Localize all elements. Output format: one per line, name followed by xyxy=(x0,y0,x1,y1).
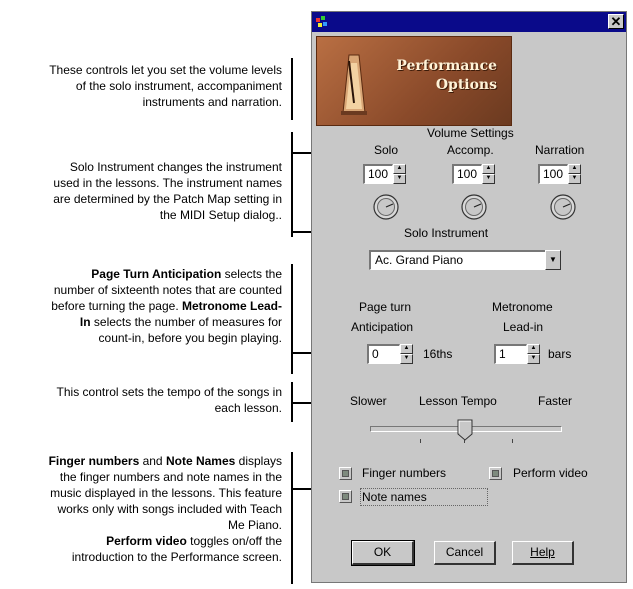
metronome-unit: bars xyxy=(548,347,572,361)
chevron-down-icon[interactable]: ▼ xyxy=(545,250,561,270)
annotation-line: Perform video toggles on/off the xyxy=(106,534,282,548)
spin-up-icon[interactable]: ▲ xyxy=(400,344,413,354)
performance-options-banner: Performance Options xyxy=(316,36,512,126)
page-turn-label-1: Page turn xyxy=(359,300,412,314)
slider-tick xyxy=(512,439,513,443)
metronome-label-2: Lead-in xyxy=(503,320,544,334)
app-icon xyxy=(316,16,327,27)
faster-label: Faster xyxy=(538,394,573,408)
annotation-bracket xyxy=(291,58,293,120)
lesson-tempo-label: Lesson Tempo xyxy=(419,394,497,408)
annotation-line: These controls let you set the volume le… xyxy=(49,63,282,77)
annotation-line: instruments and narration. xyxy=(142,95,282,109)
metronome-arrows[interactable]: ▲ ▼ xyxy=(527,344,540,364)
accomp-volume-input[interactable]: 100 xyxy=(452,164,482,184)
annotation-finger-numbers: Finger numbers and Note Names displays t… xyxy=(49,453,282,565)
help-label: Help xyxy=(530,545,555,559)
narration-volume-input[interactable]: 100 xyxy=(538,164,568,184)
slower-label: Slower xyxy=(350,394,387,408)
annotation-line: are determined by the Patch Map setting … xyxy=(53,192,282,206)
annotation-line: Me Piano. xyxy=(227,518,282,532)
finger-numbers-checkbox[interactable] xyxy=(339,467,352,480)
solo-volume-spinner[interactable]: 100 ▲ ▼ xyxy=(363,164,406,184)
lesson-tempo-slider-thumb[interactable] xyxy=(457,419,473,441)
title-bar[interactable]: ✕ xyxy=(312,12,626,32)
banner-title-line: Performance xyxy=(396,58,497,74)
accomp-volume-label: Accomp. xyxy=(447,143,494,157)
metronome-spinner[interactable]: 1 ▲ ▼ xyxy=(494,344,540,364)
annotation-tempo: This control sets the tempo of the songs… xyxy=(57,384,282,416)
annotation-line: number of sixteenth notes that are count… xyxy=(53,283,282,297)
note-names-checkbox[interactable] xyxy=(339,490,352,503)
note-names-label[interactable]: Note names xyxy=(362,490,427,504)
solo-volume-knob[interactable] xyxy=(372,193,400,221)
solo-volume-arrows[interactable]: ▲ ▼ xyxy=(393,164,406,184)
spin-up-icon[interactable]: ▲ xyxy=(393,164,406,174)
annotation-line: music displayed in the lessons. This fea… xyxy=(50,486,282,500)
spin-down-icon[interactable]: ▼ xyxy=(400,354,413,364)
annotation-bracket xyxy=(291,264,293,374)
solo-volume-input[interactable]: 100 xyxy=(363,164,393,184)
annotation-line: the finger numbers and note names in the xyxy=(59,470,282,484)
narration-volume-spinner[interactable]: 100 ▲ ▼ xyxy=(538,164,581,184)
help-button[interactable]: Help xyxy=(512,541,574,565)
banner-title-line: Options xyxy=(435,77,497,93)
solo-instrument-label: Solo Instrument xyxy=(404,226,489,240)
ok-button[interactable]: OK xyxy=(351,540,415,566)
annotation-line: introduction to the Performance screen. xyxy=(71,550,282,564)
annotation-volume: These controls let you set the volume le… xyxy=(49,62,282,110)
annotation-line: of the solo instrument, accompaniment xyxy=(75,79,282,93)
annotation-line: Page Turn Anticipation selects the xyxy=(91,267,282,281)
solo-instrument-value[interactable]: Ac. Grand Piano xyxy=(369,250,545,270)
annotation-line: This control sets the tempo of the songs… xyxy=(56,385,282,399)
annotation-line: before turning the page. Metronome Lead- xyxy=(51,299,282,313)
annotation-line: used in the lessons. The instrument name… xyxy=(53,176,282,190)
page-turn-spinner[interactable]: 0 ▲ ▼ xyxy=(367,344,413,364)
annotation-solo-instrument: Solo Instrument changes the instrument u… xyxy=(53,159,282,223)
annotation-page-turn: Page Turn Anticipation selects the numbe… xyxy=(51,266,282,346)
volume-settings-label: Volume Settings xyxy=(427,126,514,140)
finger-numbers-label[interactable]: Finger numbers xyxy=(362,466,446,480)
close-icon: ✕ xyxy=(610,14,622,29)
page-turn-arrows[interactable]: ▲ ▼ xyxy=(400,344,413,364)
annotation-line: Finger numbers and Note Names displays xyxy=(48,454,282,468)
annotation-bracket xyxy=(291,132,293,237)
perform-video-checkbox[interactable] xyxy=(489,467,502,480)
annotation-line: count-in, before you begin playing. xyxy=(98,331,282,345)
narration-volume-knob[interactable] xyxy=(549,193,577,221)
spin-down-icon[interactable]: ▼ xyxy=(482,174,495,184)
accomp-volume-arrows[interactable]: ▲ ▼ xyxy=(482,164,495,184)
accomp-volume-spinner[interactable]: 100 ▲ ▼ xyxy=(452,164,495,184)
close-button[interactable]: ✕ xyxy=(608,14,624,29)
cancel-button[interactable]: Cancel xyxy=(434,541,496,565)
page-turn-label-2: Anticipation xyxy=(351,320,414,334)
spin-up-icon[interactable]: ▲ xyxy=(568,164,581,174)
spin-up-icon[interactable]: ▲ xyxy=(482,164,495,174)
performance-options-dialog: ✕ Performance Options Volume Settings So… xyxy=(311,11,627,583)
banner-title: Performance Options xyxy=(396,57,497,95)
metronome-input[interactable]: 1 xyxy=(494,344,527,364)
solo-instrument-select[interactable]: Ac. Grand Piano ▼ xyxy=(369,250,561,270)
annotation-line: Solo Instrument changes the instrument xyxy=(69,160,282,174)
perform-video-label[interactable]: Perform video xyxy=(513,466,588,480)
solo-volume-label: Solo xyxy=(374,143,399,157)
annotation-line: works only with songs included with Teac… xyxy=(57,502,282,516)
spin-down-icon[interactable]: ▼ xyxy=(527,354,540,364)
annotation-line: each lesson. xyxy=(214,401,282,415)
spin-down-icon[interactable]: ▼ xyxy=(568,174,581,184)
page-turn-input[interactable]: 0 xyxy=(367,344,400,364)
page-turn-unit: 16ths xyxy=(423,347,453,361)
spin-up-icon[interactable]: ▲ xyxy=(527,344,540,354)
accomp-volume-knob[interactable] xyxy=(460,193,488,221)
spin-down-icon[interactable]: ▼ xyxy=(393,174,406,184)
annotation-bracket xyxy=(291,452,293,584)
metronome-label-1: Metronome xyxy=(492,300,553,314)
narration-volume-arrows[interactable]: ▲ ▼ xyxy=(568,164,581,184)
narration-volume-label: Narration xyxy=(535,143,585,157)
slider-tick xyxy=(420,439,421,443)
metronome-icon xyxy=(341,54,367,115)
annotation-line: In selects the number of measures for xyxy=(79,315,282,329)
annotation-line: the MIDI Setup dialog.. xyxy=(159,208,282,222)
